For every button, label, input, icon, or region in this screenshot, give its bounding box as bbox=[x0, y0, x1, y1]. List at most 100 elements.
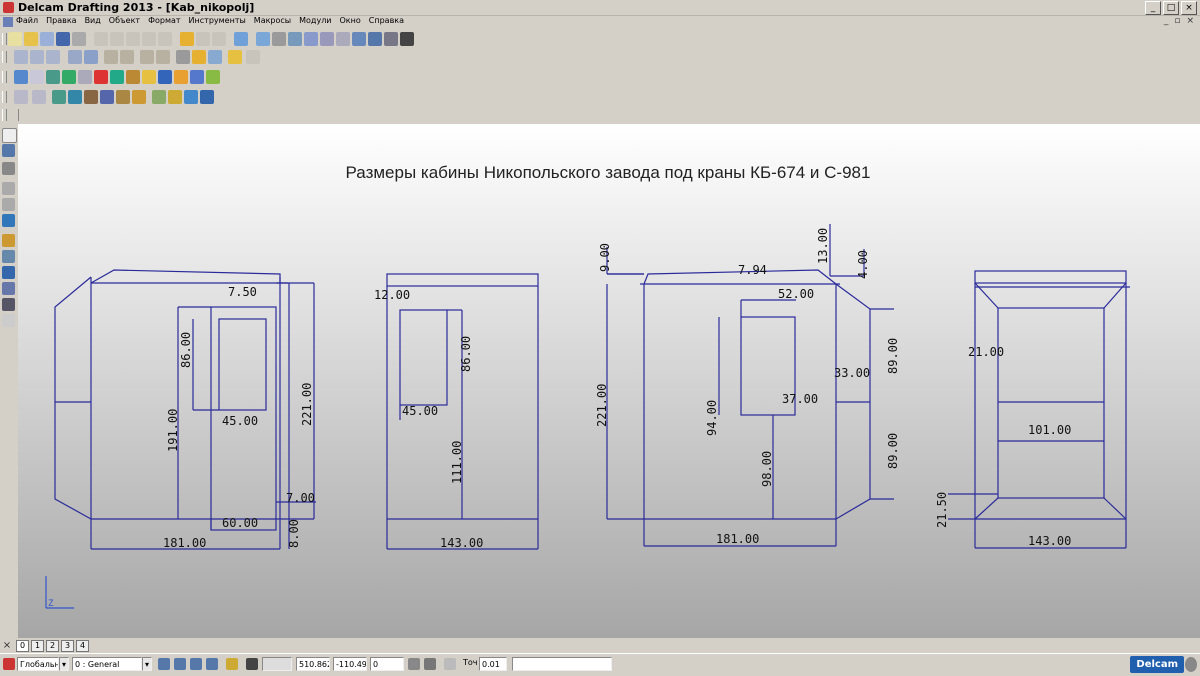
redo-icon[interactable] bbox=[196, 32, 210, 46]
text-tool-icon[interactable] bbox=[212, 32, 226, 46]
toolbar-grip[interactable] bbox=[2, 51, 7, 63]
document-properties-icon[interactable] bbox=[30, 70, 44, 84]
fillet-icon[interactable] bbox=[116, 90, 130, 104]
page-tab[interactable]: 2 bbox=[46, 639, 59, 652]
line-tool-icon[interactable] bbox=[288, 32, 302, 46]
menu-file[interactable]: Файл bbox=[16, 16, 38, 25]
ruler-icon[interactable] bbox=[444, 658, 456, 670]
layer-icon[interactable] bbox=[2, 144, 15, 157]
shell-icon[interactable] bbox=[168, 90, 182, 104]
extrude-icon[interactable] bbox=[52, 90, 66, 104]
zoom-in-icon[interactable] bbox=[104, 50, 118, 64]
close-page-icon[interactable]: × bbox=[0, 640, 14, 651]
layer-lock-icon[interactable] bbox=[174, 658, 186, 670]
block-icon[interactable] bbox=[126, 70, 140, 84]
coord-x-field[interactable]: 510.862 bbox=[296, 657, 330, 671]
person-icon[interactable] bbox=[2, 234, 15, 247]
menu-window[interactable]: Окно bbox=[340, 16, 361, 25]
axis-icon[interactable] bbox=[32, 90, 46, 104]
layers-icon[interactable] bbox=[158, 70, 172, 84]
save-icon[interactable] bbox=[56, 32, 70, 46]
maximize-button[interactable]: □ bbox=[1163, 1, 1179, 15]
app-icon[interactable] bbox=[3, 2, 14, 13]
wireframe-icon[interactable] bbox=[78, 70, 92, 84]
view-iso-icon[interactable] bbox=[68, 50, 82, 64]
layer-dropdown-icon[interactable]: ▾ bbox=[142, 657, 152, 671]
zoom-window-icon[interactable] bbox=[140, 50, 154, 64]
sphere-icon[interactable] bbox=[94, 70, 108, 84]
layer-select[interactable]: 0 : General bbox=[72, 657, 142, 671]
image-icon[interactable] bbox=[256, 32, 270, 46]
sweep-icon[interactable] bbox=[84, 90, 98, 104]
workplane-icon[interactable] bbox=[14, 90, 28, 104]
menu-object[interactable]: Объект bbox=[109, 16, 140, 25]
misc-icon[interactable] bbox=[2, 314, 15, 327]
menu-macros[interactable]: Макросы bbox=[254, 16, 291, 25]
menu-modules[interactable]: Модули bbox=[299, 16, 331, 25]
page-tab[interactable]: 3 bbox=[61, 639, 74, 652]
view-top-icon[interactable] bbox=[14, 50, 28, 64]
menu-format[interactable]: Формат bbox=[148, 16, 180, 25]
copy-icon[interactable] bbox=[110, 32, 124, 46]
surface-icon[interactable] bbox=[46, 70, 60, 84]
view-front-icon[interactable] bbox=[30, 50, 44, 64]
view-side-icon[interactable] bbox=[46, 50, 60, 64]
grid-toggle-icon[interactable] bbox=[246, 658, 258, 670]
new-icon[interactable] bbox=[8, 32, 22, 46]
menu-edit[interactable]: Правка bbox=[46, 16, 76, 25]
print-preview-icon[interactable] bbox=[40, 32, 54, 46]
erase-icon[interactable] bbox=[142, 32, 156, 46]
view-icon[interactable] bbox=[272, 32, 286, 46]
page-tab[interactable]: 4 bbox=[76, 639, 89, 652]
toolbar-grip[interactable] bbox=[2, 71, 7, 83]
dimension-tool-icon[interactable] bbox=[2, 182, 15, 195]
shade-icon[interactable] bbox=[208, 50, 222, 64]
menu-tools[interactable]: Инструменты bbox=[189, 16, 246, 25]
mdi-minimize-icon[interactable]: _ bbox=[1164, 16, 1169, 26]
hand-icon[interactable] bbox=[246, 50, 260, 64]
curve-icon[interactable] bbox=[2, 266, 15, 279]
view-section-icon[interactable] bbox=[84, 50, 98, 64]
zoom-out-icon[interactable] bbox=[120, 50, 134, 64]
layer-visible-icon[interactable] bbox=[158, 658, 170, 670]
minimize-button[interactable]: _ bbox=[1145, 1, 1161, 15]
circle-tool-icon[interactable] bbox=[320, 32, 334, 46]
select-icon[interactable] bbox=[2, 128, 17, 143]
loft-icon[interactable] bbox=[100, 90, 114, 104]
grid-icon[interactable] bbox=[2, 298, 15, 311]
mdi-close-icon[interactable]: × bbox=[1186, 16, 1194, 26]
dimension-icon[interactable] bbox=[384, 32, 398, 46]
table-icon[interactable] bbox=[400, 32, 414, 46]
drawing-area[interactable]: Размеры кабины Никопольского завода под … bbox=[18, 124, 1200, 638]
workplane-status-icon[interactable] bbox=[3, 658, 15, 670]
cone-icon[interactable] bbox=[110, 70, 124, 84]
light-icon[interactable] bbox=[228, 50, 242, 64]
triangle-icon[interactable] bbox=[2, 282, 15, 295]
arc-tool-icon[interactable] bbox=[336, 32, 350, 46]
menu-help[interactable]: Справка bbox=[369, 16, 404, 25]
hatch-icon[interactable] bbox=[368, 32, 382, 46]
insert-object-icon[interactable] bbox=[234, 32, 248, 46]
mesh-icon[interactable] bbox=[174, 70, 188, 84]
paste-icon[interactable] bbox=[126, 32, 140, 46]
measure-icon[interactable] bbox=[2, 214, 15, 227]
undo-icon[interactable] bbox=[180, 32, 194, 46]
page-tab[interactable]: 1 bbox=[31, 639, 44, 652]
assembly-icon[interactable] bbox=[190, 70, 204, 84]
calculator-icon[interactable] bbox=[408, 658, 420, 670]
scope-select[interactable]: Глобальна bbox=[17, 657, 59, 671]
model-tree-icon[interactable] bbox=[14, 70, 28, 84]
page-tab[interactable]: 0 bbox=[16, 639, 29, 652]
split-icon[interactable] bbox=[184, 90, 198, 104]
layer-delete-icon[interactable] bbox=[206, 658, 218, 670]
command-field[interactable] bbox=[512, 657, 612, 671]
close-button[interactable]: × bbox=[1181, 1, 1197, 15]
mdi-restore-icon[interactable]: ▫ bbox=[1174, 16, 1180, 26]
coordinate-mode-icon[interactable] bbox=[424, 658, 436, 670]
zoom-fit-icon[interactable] bbox=[156, 50, 170, 64]
chamfer-icon[interactable] bbox=[132, 90, 146, 104]
snap-icon[interactable] bbox=[226, 658, 238, 670]
coord-y-field[interactable]: -110.49 bbox=[333, 657, 367, 671]
coord-z-field[interactable]: 0 bbox=[370, 657, 404, 671]
solid-icon[interactable] bbox=[62, 70, 76, 84]
